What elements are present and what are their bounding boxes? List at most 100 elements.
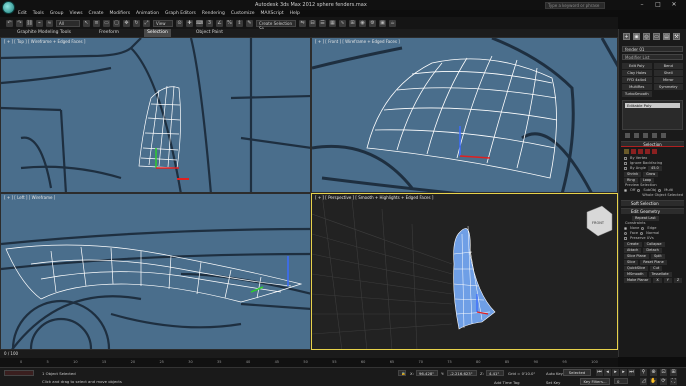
- zoom-all-icon[interactable]: ⊕: [650, 369, 657, 376]
- select-object-icon[interactable]: ↖: [83, 19, 90, 27]
- next-frame-icon[interactable]: ▸: [620, 369, 627, 376]
- viewcube-label[interactable]: FRONT: [592, 221, 604, 225]
- named-selection-set-dropdown[interactable]: Create Selection Se: [256, 19, 296, 31]
- vertex-mode-icon[interactable]: [624, 149, 629, 154]
- render-production-icon[interactable]: ☕: [389, 19, 396, 27]
- menu-customize[interactable]: Customize: [231, 10, 255, 17]
- mirror-icon[interactable]: ⇋: [299, 19, 306, 27]
- undo-icon[interactable]: ↶: [6, 19, 13, 27]
- menu-tools[interactable]: Tools: [33, 10, 44, 17]
- ignore-backfacing-checkbox[interactable]: [624, 162, 627, 165]
- reset-plane-button[interactable]: Reset Plane: [640, 260, 667, 265]
- stack-item-editable-poly[interactable]: Editable Poly: [625, 103, 680, 108]
- graphite-toggle-icon[interactable]: ▦: [329, 19, 336, 27]
- bend-button[interactable]: Bend: [653, 63, 683, 69]
- angle-spinner[interactable]: 45.0: [647, 166, 662, 171]
- menu-views[interactable]: Views: [70, 10, 83, 17]
- pan-view-icon[interactable]: ✋: [650, 378, 657, 385]
- menu-maxscript[interactable]: MAXScript: [261, 10, 284, 17]
- go-to-start-icon[interactable]: ⏮: [596, 369, 603, 376]
- cut-button[interactable]: Cut: [650, 266, 663, 271]
- grow-button[interactable]: Grow: [643, 172, 659, 177]
- percent-snap-icon[interactable]: %: [226, 19, 233, 27]
- select-move-icon[interactable]: ✥: [123, 19, 130, 27]
- collapse-button[interactable]: Collapse: [643, 242, 665, 247]
- by-angle-checkbox[interactable]: [624, 167, 627, 170]
- schematic-view-icon[interactable]: ⊞: [349, 19, 356, 27]
- attach-button[interactable]: Attach: [624, 248, 642, 253]
- quickslice-button[interactable]: QuickSlice: [624, 266, 649, 271]
- preview-multi-radio[interactable]: [658, 189, 662, 192]
- current-frame-field[interactable]: 0: [614, 378, 628, 384]
- orbit-icon[interactable]: ⟳: [660, 378, 667, 385]
- by-vertex-checkbox[interactable]: [624, 157, 627, 160]
- modifier-list-dropdown[interactable]: Modifier List: [622, 54, 683, 60]
- tab-object-paint[interactable]: Object Paint: [193, 29, 226, 37]
- selection-filter-dropdown[interactable]: All: [56, 19, 80, 27]
- viewport-label-top[interactable]: [ + ] [ Top ] [ Wireframe + Edged Faces …: [4, 39, 85, 44]
- auto-key-dropdown[interactable]: Selected: [563, 369, 591, 376]
- window-crossing-icon[interactable]: ▢: [113, 19, 120, 27]
- viewport-perspective[interactable]: [ + ] [ Perspective ] [ Smooth + Highlig…: [311, 193, 618, 350]
- track-bar[interactable]: 0 5 10 15 20 25 30 35 40 45 50 55 60 65 …: [0, 358, 618, 367]
- create-button[interactable]: Create: [624, 242, 642, 247]
- close-button[interactable]: ✕: [668, 1, 680, 9]
- motion-tab-icon[interactable]: ▭: [653, 33, 660, 40]
- tessellate-button[interactable]: Tessellate: [648, 272, 672, 277]
- zoom-extents-all-icon[interactable]: ⊞: [670, 369, 677, 376]
- configure-sets-icon[interactable]: [661, 133, 666, 138]
- preview-off-radio[interactable]: [624, 189, 627, 192]
- zoom-icon[interactable]: ⚲: [640, 369, 647, 376]
- constraint-normal-radio[interactable]: [640, 232, 644, 235]
- search-input[interactable]: Type a keyword or phrase: [545, 2, 605, 9]
- utilities-tab-icon[interactable]: ⚒: [673, 33, 680, 40]
- align-icon[interactable]: ⊟: [309, 19, 316, 27]
- slice-plane-button[interactable]: Slice Plane: [624, 254, 649, 259]
- x-coordinate-field[interactable]: 96.428": [416, 370, 438, 376]
- detach-button[interactable]: Detach: [643, 248, 662, 253]
- material-editor-icon[interactable]: ◉: [359, 19, 366, 27]
- menu-modifiers[interactable]: Modifiers: [110, 10, 131, 17]
- msmooth-button[interactable]: MSmooth: [624, 272, 647, 277]
- edge-mode-icon[interactable]: [631, 149, 636, 154]
- symmetry-button[interactable]: Symmetry: [653, 84, 683, 90]
- turbosmooth-button[interactable]: TurboSmooth: [622, 91, 652, 97]
- select-rotate-icon[interactable]: ↻: [133, 19, 140, 27]
- ffd-button[interactable]: FFD 4x4x4: [622, 77, 652, 83]
- border-mode-icon[interactable]: [638, 149, 643, 154]
- constraint-edge-radio[interactable]: [641, 227, 645, 230]
- constraint-face-radio[interactable]: [624, 232, 627, 235]
- key-filters-button[interactable]: Key Filters...: [580, 378, 610, 385]
- constraint-none-radio[interactable]: [624, 227, 627, 230]
- rollout-edit-geometry[interactable]: Edit Geometry: [621, 208, 684, 214]
- viewport-left[interactable]: [ + ] [ Left ] [ Wireframe ]: [0, 193, 311, 350]
- shrink-button[interactable]: Shrink: [624, 172, 642, 177]
- edit-named-selection-icon[interactable]: ✎: [246, 19, 253, 27]
- modify-tab-icon[interactable]: ▣: [633, 33, 640, 40]
- render-setup-icon[interactable]: ⚙: [369, 19, 376, 27]
- menu-help[interactable]: Help: [290, 10, 300, 17]
- viewport-label-perspective[interactable]: [ + ] [ Perspective ] [ Smooth + Highlig…: [315, 195, 433, 200]
- add-time-tag-button[interactable]: Add Time Tag: [494, 380, 519, 385]
- viewport-front[interactable]: [ + ] [ Front ] [ Wireframe + Edged Face…: [311, 37, 618, 193]
- shell-button[interactable]: Shell: [653, 70, 683, 76]
- menu-graph-editors[interactable]: Graph Editors: [165, 10, 196, 17]
- rollout-soft-selection[interactable]: Soft Selection: [621, 200, 684, 206]
- select-scale-icon[interactable]: ⤢: [143, 19, 150, 27]
- mirror-button[interactable]: Mirror: [653, 77, 683, 83]
- viewport-label-left[interactable]: [ + ] [ Left ] [ Wireframe ]: [4, 195, 55, 200]
- element-mode-icon[interactable]: [652, 149, 657, 154]
- hierarchy-tab-icon[interactable]: ◎: [643, 33, 650, 40]
- minimize-button[interactable]: –: [636, 1, 648, 9]
- planar-x-button[interactable]: X: [653, 278, 662, 283]
- maximize-viewport-icon[interactable]: ⛶: [670, 378, 677, 385]
- pin-stack-icon[interactable]: [625, 133, 630, 138]
- lock-selection-icon[interactable]: 🔒: [398, 370, 406, 376]
- menu-create[interactable]: Create: [89, 10, 104, 17]
- polygon-mode-icon[interactable]: [645, 149, 650, 154]
- tab-freeform[interactable]: Freeform: [96, 29, 122, 37]
- go-to-end-icon[interactable]: ⏭: [628, 369, 635, 376]
- field-of-view-icon[interactable]: ◿: [640, 378, 647, 385]
- viewport-top[interactable]: [ + ] [ Top ] [ Wireframe + Edged Faces …: [0, 37, 311, 193]
- show-end-result-icon[interactable]: [634, 133, 639, 138]
